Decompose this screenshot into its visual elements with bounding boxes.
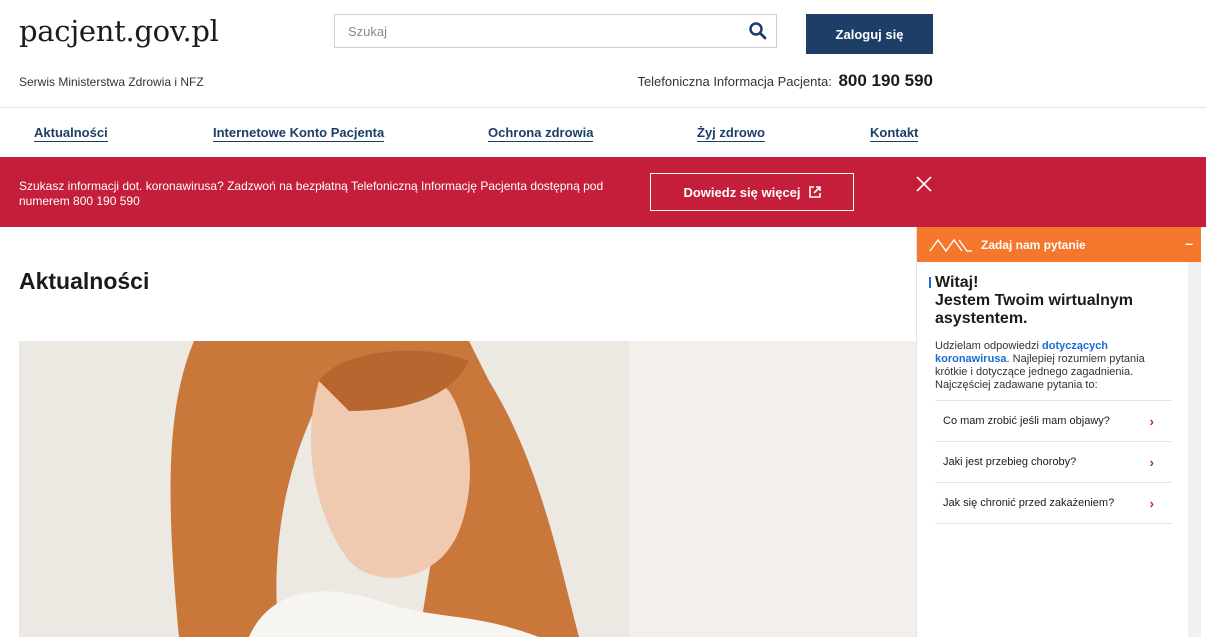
chat-info: Udzielam odpowiedzi dotyczących koronawi… bbox=[935, 340, 1180, 392]
search-box bbox=[334, 14, 777, 48]
nav-item-contact[interactable]: Kontakt bbox=[870, 125, 919, 142]
nav-item-health-protection[interactable]: Ochrona zdrowia bbox=[488, 125, 594, 142]
chat-title: Zadaj nam pytanie bbox=[981, 237, 1086, 252]
header-divider bbox=[0, 107, 1206, 108]
chat-greeting-2: Jestem Twoim wirtualnym asystentem. bbox=[935, 292, 1133, 327]
learn-more-label: Dowiedz się więcej bbox=[683, 184, 801, 200]
site-tagline: Serwis Ministerstwa Zdrowia i NFZ bbox=[19, 75, 204, 89]
page-title: Aktualności bbox=[19, 268, 150, 294]
chat-header[interactable]: Zadaj nam pytanie – bbox=[917, 227, 1201, 262]
phone-number[interactable]: 800 190 590 bbox=[838, 71, 933, 90]
faq-item-symptoms[interactable]: Co mam zrobić jeśli mam objawy? › bbox=[935, 401, 1172, 442]
login-button[interactable]: Zaloguj się bbox=[806, 14, 933, 54]
external-link-icon bbox=[808, 186, 821, 198]
phone-label: Telefoniczna Informacja Pacjenta: bbox=[637, 74, 832, 89]
faq-label: Jak się chronić przed zakażeniem? bbox=[943, 497, 1115, 509]
faq-item-protection[interactable]: Jak się chronić przed zakażeniem? › bbox=[935, 483, 1172, 524]
chevron-right-icon: › bbox=[1149, 495, 1154, 511]
chat-assistant-panel: Zadaj nam pytanie – Witaj! Jestem Twoim … bbox=[916, 227, 1201, 637]
faq-item-disease-course[interactable]: Jaki jest przebieg choroby? › bbox=[935, 442, 1172, 483]
chat-body: Witaj! Jestem Twoim wirtualnym asystente… bbox=[917, 262, 1189, 637]
close-icon[interactable] bbox=[915, 175, 933, 193]
alert-text: Szukasz informacji dot. koronawirusa? Za… bbox=[19, 179, 604, 208]
chat-greeting-1: Witaj! bbox=[935, 274, 979, 291]
nav-item-live-healthy[interactable]: Żyj zdrowo bbox=[697, 125, 765, 142]
nav-item-patient-account[interactable]: Internetowe Konto Pacjenta bbox=[213, 125, 385, 142]
covid-alert-banner: Szukasz informacji dot. koronawirusa? Za… bbox=[0, 157, 1206, 227]
faq-list: Co mam zrobić jeśli mam objawy? › Jaki j… bbox=[935, 400, 1172, 524]
faq-label: Jaki jest przebieg choroby? bbox=[943, 456, 1077, 468]
faq-label: Co mam zrobić jeśli mam objawy? bbox=[943, 415, 1110, 427]
chevron-right-icon: › bbox=[1149, 454, 1154, 470]
chat-info-prefix: Udzielam odpowiedzi bbox=[935, 340, 1042, 352]
hero-image bbox=[19, 341, 916, 637]
site-logo[interactable]: pacjent.gov.pl bbox=[19, 14, 219, 48]
patient-phone-info: Telefoniczna Informacja Pacjenta: 800 19… bbox=[637, 71, 933, 91]
chevron-right-icon: › bbox=[1149, 413, 1154, 429]
search-input[interactable] bbox=[335, 15, 735, 47]
wave-logo-icon bbox=[929, 238, 972, 252]
nav-item-news[interactable]: Aktualności bbox=[34, 125, 108, 142]
search-icon[interactable] bbox=[748, 21, 768, 41]
typing-cursor bbox=[929, 277, 931, 288]
learn-more-button[interactable]: Dowiedz się więcej bbox=[650, 173, 854, 211]
chat-scrollbar[interactable] bbox=[1188, 262, 1201, 637]
minimize-icon[interactable]: – bbox=[1185, 235, 1193, 251]
